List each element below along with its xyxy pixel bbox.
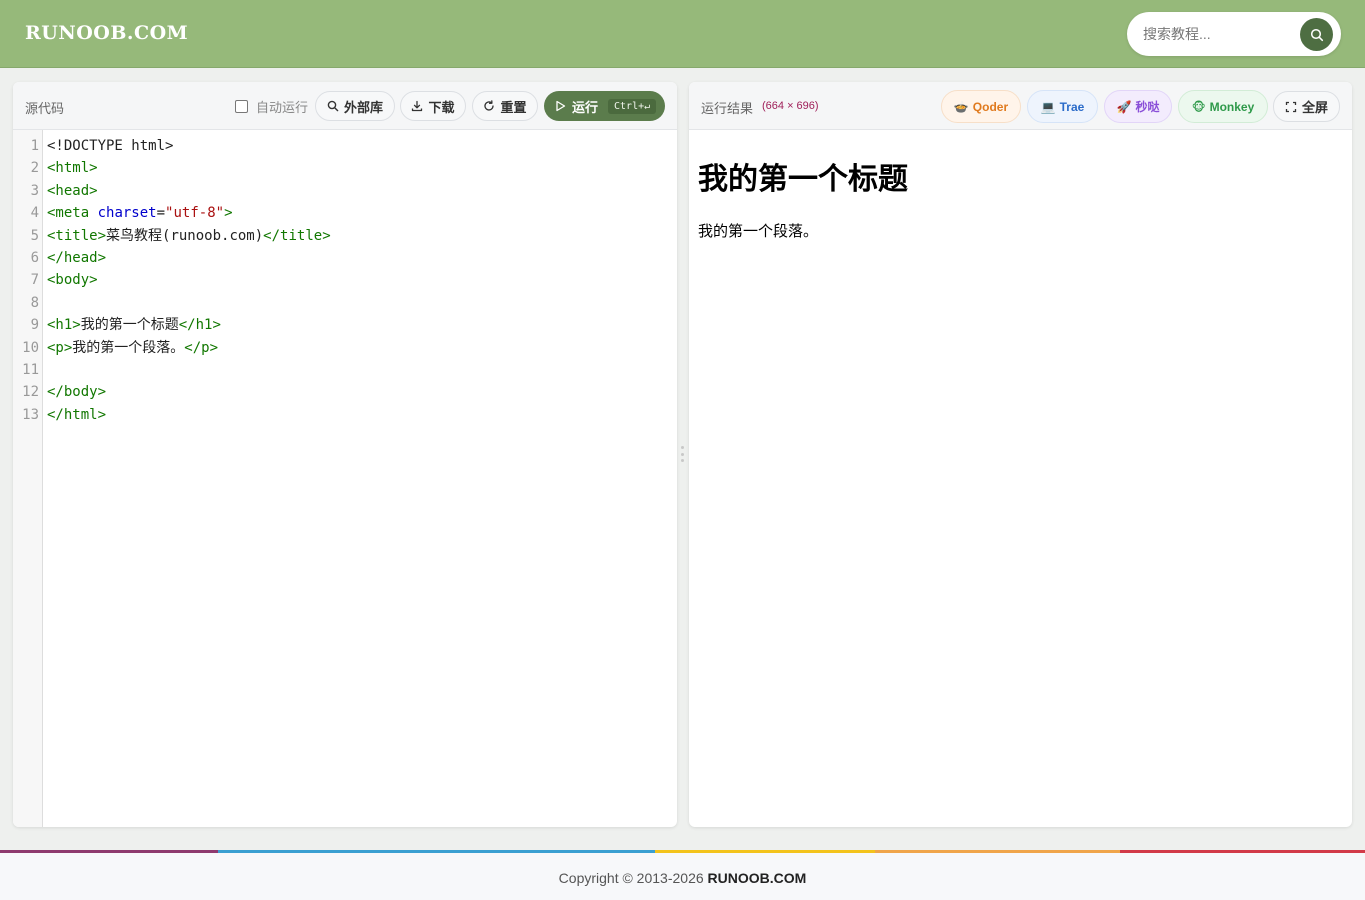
- external-libs-label: 外部库: [343, 99, 383, 115]
- preview-heading: 我的第一个标题: [698, 162, 908, 197]
- code-line: <meta charset="utf-8">: [47, 205, 233, 222]
- editor-toolbar: 源代码 自动运行 外部库 下载 重置 运行 Ctrl+↵: [13, 82, 677, 130]
- code-line: <h1>我的第一个标题</h1>: [47, 317, 221, 334]
- search-icon: [1310, 28, 1323, 41]
- search-icon: [327, 100, 339, 112]
- preview-paragraph: 我的第一个段落。: [698, 222, 819, 240]
- panel-resize-handle[interactable]: [681, 446, 684, 462]
- line-number: 9: [30, 317, 39, 334]
- line-numbers: 1 2 3 4 5 6 7 8 9 10 11 12 13: [13, 135, 39, 426]
- editor-panel: 源代码 自动运行 外部库 下载 重置 运行 Ctrl+↵ 1 2 3 4 5 6: [13, 82, 677, 827]
- preview-title: 运行结果: [701, 101, 754, 116]
- external-libs-button[interactable]: 外部库: [315, 91, 395, 121]
- editor-title: 源代码: [25, 101, 65, 116]
- laptop-icon: 💻: [1040, 99, 1056, 114]
- auto-run-checkbox[interactable]: [235, 99, 248, 113]
- line-number: 5: [30, 227, 39, 244]
- rocket-icon: 🚀: [1116, 99, 1132, 114]
- fullscreen-button[interactable]: 全屏: [1273, 91, 1340, 122]
- run-label: 运行: [572, 99, 599, 115]
- run-button[interactable]: 运行 Ctrl+↵: [544, 91, 665, 121]
- monkey-button[interactable]: 🐵 Monkey: [1178, 90, 1268, 123]
- qoder-icon: 🍲: [953, 99, 969, 114]
- qoder-label: Qoder: [972, 99, 1009, 114]
- search-input[interactable]: [1143, 24, 1293, 44]
- line-number: 2: [30, 160, 39, 177]
- reset-label: 重置: [500, 99, 527, 115]
- code-editor[interactable]: <!DOCTYPE html> <html> <head> <meta charset…: [47, 135, 331, 426]
- code-line: <html>: [47, 160, 98, 177]
- search-button[interactable]: [1300, 18, 1333, 51]
- download-icon: [412, 100, 423, 112]
- line-number: 10: [22, 339, 39, 356]
- footer-copyright: Copyright © 2013-2026 RUNOOB.COM: [0, 870, 1365, 886]
- site-logo[interactable]: RUNOOB.COM: [25, 22, 188, 44]
- line-number: 7: [30, 272, 39, 289]
- code-line: <p>我的第一个段落。</p>: [47, 339, 219, 356]
- download-button[interactable]: 下载: [400, 91, 466, 121]
- line-number: 4: [30, 205, 39, 222]
- line-number: 1: [30, 138, 39, 154]
- search-box: [1127, 12, 1341, 56]
- footer-brand[interactable]: RUNOOB.COM: [708, 870, 807, 886]
- top-header: RUNOOB.COM: [0, 0, 1365, 68]
- code-line: <head>: [47, 182, 98, 199]
- download-label: 下载: [428, 99, 455, 115]
- qoder-button[interactable]: 🍲 Qoder: [941, 90, 1021, 123]
- copyright-text: Copyright © 2013-2026: [558, 870, 708, 886]
- line-number: 12: [22, 384, 39, 401]
- code-line: </body>: [47, 384, 107, 401]
- auto-run-label: 自动运行: [256, 99, 309, 115]
- refresh-icon: [484, 100, 495, 111]
- run-shortcut: Ctrl+↵: [608, 98, 657, 114]
- line-number: 11: [22, 362, 39, 379]
- footer: Copyright © 2013-2026 RUNOOB.COM: [0, 853, 1365, 900]
- preview-dimensions: (664 × 696): [762, 100, 819, 112]
- auto-run-toggle[interactable]: 自动运行: [235, 96, 308, 116]
- code-line: <!DOCTYPE html>: [47, 138, 174, 154]
- fullscreen-icon: [1285, 101, 1297, 112]
- preview-toolbar: 运行结果 (664 × 696) 🍲 Qoder 💻 Trae 🚀 秒哒 🐵 M…: [689, 82, 1352, 130]
- line-number: 8: [30, 294, 39, 311]
- code-line: <body>: [47, 272, 98, 289]
- trae-label: Trae: [1059, 99, 1085, 114]
- play-icon: [556, 100, 566, 112]
- preview-panel: 运行结果 (664 × 696) 🍲 Qoder 💻 Trae 🚀 秒哒 🐵 M…: [689, 82, 1352, 827]
- fullscreen-label: 全屏: [1301, 100, 1328, 115]
- line-number: 3: [30, 182, 39, 199]
- line-number: 13: [22, 406, 39, 423]
- monkey-icon: 🐵: [1191, 99, 1206, 114]
- code-line: </head>: [47, 249, 107, 266]
- trae-button[interactable]: 💻 Trae: [1027, 90, 1098, 123]
- miaoda-button[interactable]: 🚀 秒哒: [1104, 90, 1172, 123]
- reset-button[interactable]: 重置: [472, 91, 538, 121]
- miaoda-label: 秒哒: [1135, 100, 1160, 114]
- line-number: 6: [30, 250, 39, 267]
- code-line: </html>: [47, 406, 107, 423]
- monkey-label: Monkey: [1209, 99, 1255, 114]
- code-line: <title>菜鸟教程(runoob.com)</title>: [47, 227, 331, 244]
